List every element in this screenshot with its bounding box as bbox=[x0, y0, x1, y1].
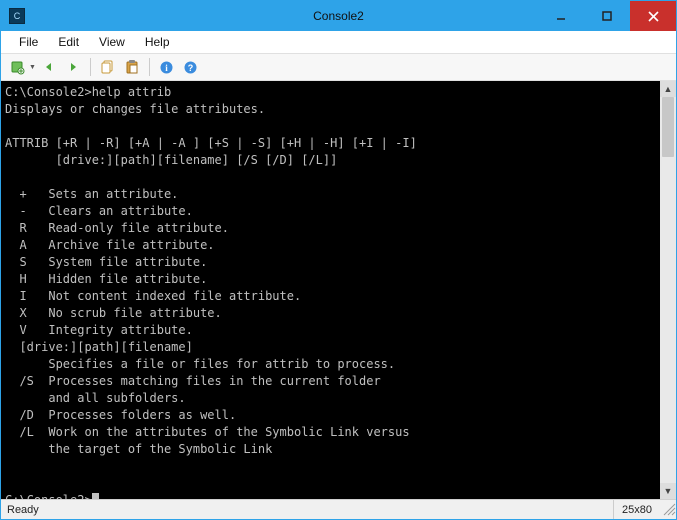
scroll-up-button[interactable]: ▲ bbox=[660, 81, 676, 97]
menu-file[interactable]: File bbox=[9, 33, 48, 51]
minimize-icon bbox=[556, 11, 566, 21]
menubar: File Edit View Help bbox=[1, 31, 676, 54]
about-button[interactable]: i bbox=[156, 56, 178, 78]
output-line: H Hidden file attribute. bbox=[5, 272, 207, 286]
prev-tab-button[interactable] bbox=[38, 56, 60, 78]
output-line: S System file attribute. bbox=[5, 255, 207, 269]
prompt: C:\Console2> bbox=[5, 493, 92, 499]
output-line: + Sets an attribute. bbox=[5, 187, 178, 201]
copy-icon bbox=[100, 59, 116, 75]
output-line: A Archive file attribute. bbox=[5, 238, 215, 252]
app-icon: C bbox=[9, 8, 25, 24]
maximize-button[interactable] bbox=[584, 1, 630, 31]
window-controls bbox=[538, 1, 676, 31]
minimize-button[interactable] bbox=[538, 1, 584, 31]
menu-help[interactable]: Help bbox=[135, 33, 180, 51]
help-icon: ? bbox=[183, 60, 198, 75]
menu-view[interactable]: View bbox=[89, 33, 135, 51]
output-line: and all subfolders. bbox=[5, 391, 186, 405]
dropdown-arrow-icon[interactable]: ▼ bbox=[29, 64, 36, 71]
prev-tab-icon bbox=[42, 60, 56, 74]
maximize-icon bbox=[602, 11, 612, 21]
cursor bbox=[92, 493, 99, 499]
scroll-down-button[interactable]: ▼ bbox=[660, 483, 676, 499]
new-tab-icon bbox=[10, 59, 26, 75]
statusbar: Ready 25x80 bbox=[1, 499, 676, 519]
separator bbox=[90, 58, 91, 76]
output-line: ATTRIB [+R | -R] [+A | -A ] [+S | -S] [+… bbox=[5, 136, 417, 150]
new-tab-button[interactable] bbox=[7, 56, 29, 78]
output-line: V Integrity attribute. bbox=[5, 323, 193, 337]
titlebar[interactable]: C Console2 bbox=[1, 1, 676, 31]
next-tab-icon bbox=[66, 60, 80, 74]
output-line: [drive:][path][filename] [/S [/D] [/L]] bbox=[5, 153, 337, 167]
output-line: /S Processes matching files in the curre… bbox=[5, 374, 381, 388]
copy-button[interactable] bbox=[97, 56, 119, 78]
output-line: /L Work on the attributes of the Symboli… bbox=[5, 425, 410, 439]
output-line: R Read-only file attribute. bbox=[5, 221, 229, 235]
user-command: help attrib bbox=[92, 85, 171, 99]
status-ready: Ready bbox=[1, 504, 613, 516]
output-line: Specifies a file or files for attrib to … bbox=[5, 357, 395, 371]
output-line: the target of the Symbolic Link bbox=[5, 442, 272, 456]
console-area: C:\Console2>help attrib Displays or chan… bbox=[1, 81, 676, 499]
toolbar: ▼ i ? bbox=[1, 54, 676, 81]
output-line: Displays or changes file attributes. bbox=[5, 102, 265, 116]
separator bbox=[149, 58, 150, 76]
close-icon bbox=[648, 11, 659, 22]
output-line: [drive:][path][filename] bbox=[5, 340, 193, 354]
scrollbar-thumb[interactable] bbox=[662, 97, 674, 157]
svg-text:?: ? bbox=[188, 63, 194, 73]
paste-button[interactable] bbox=[121, 56, 143, 78]
menu-edit[interactable]: Edit bbox=[48, 33, 89, 51]
info-icon: i bbox=[159, 60, 174, 75]
close-button[interactable] bbox=[630, 1, 676, 31]
help-button[interactable]: ? bbox=[180, 56, 202, 78]
console-output[interactable]: C:\Console2>help attrib Displays or chan… bbox=[1, 81, 660, 499]
status-dimensions: 25x80 bbox=[613, 500, 660, 519]
next-tab-button[interactable] bbox=[62, 56, 84, 78]
output-line: I Not content indexed file attribute. bbox=[5, 289, 301, 303]
output-line: X No scrub file attribute. bbox=[5, 306, 222, 320]
output-line: - Clears an attribute. bbox=[5, 204, 193, 218]
prompt: C:\Console2> bbox=[5, 85, 92, 99]
paste-icon bbox=[124, 59, 140, 75]
resize-grip-icon[interactable] bbox=[660, 500, 676, 519]
vertical-scrollbar[interactable]: ▲ ▼ bbox=[660, 81, 676, 499]
output-line: /D Processes folders as well. bbox=[5, 408, 236, 422]
